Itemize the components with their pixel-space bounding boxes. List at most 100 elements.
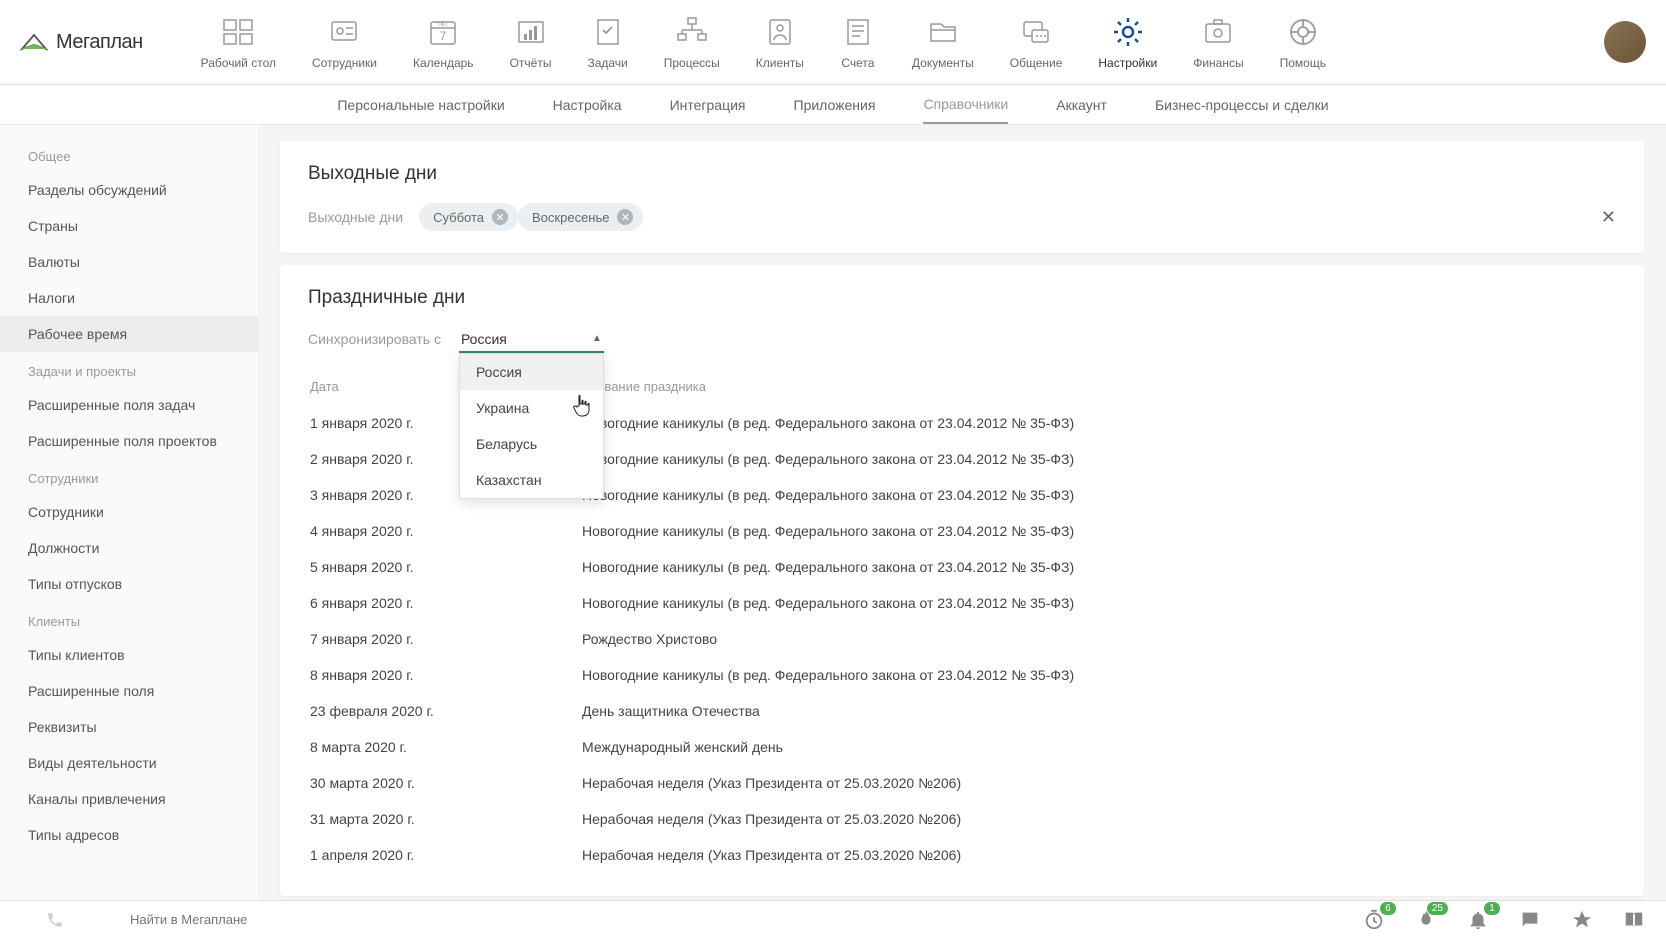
cell-date: 8 января 2020 г. (310, 658, 580, 692)
bottom-bar: 6 25 1 (0, 900, 1666, 938)
dropdown-option[interactable]: Беларусь (460, 426, 603, 462)
sync-label: Синхронизировать с (308, 331, 441, 347)
nav-icon (590, 14, 626, 50)
sub-navigation: Персональные настройки Настройка Интеграци… (0, 85, 1666, 125)
cell-date: 4 января 2020 г. (310, 514, 580, 548)
nav-icon (220, 14, 256, 50)
weekday-chip[interactable]: Воскресенье✕ (518, 203, 643, 231)
sidebar-item[interactable]: Расширенные поля проектов (0, 423, 258, 459)
column-name[interactable]: Название праздника (582, 369, 1614, 404)
sidebar-item[interactable]: Должности (0, 530, 258, 566)
nav-label: Документы (912, 56, 974, 70)
chip-remove-icon[interactable]: ✕ (492, 209, 508, 225)
subnav-item-5[interactable]: Аккаунт (1056, 87, 1107, 123)
book-icon[interactable] (1622, 908, 1646, 932)
table-row[interactable]: 1 апреля 2020 г.Нерабочая неделя (Указ П… (310, 838, 1614, 872)
star-icon[interactable] (1570, 908, 1594, 932)
cell-name: День защитника Отечества (582, 694, 1614, 728)
table-row[interactable]: 4 января 2020 г.Новогодние каникулы (в р… (310, 514, 1614, 548)
nav-item-2[interactable]: ОКТ7Календарь (395, 14, 492, 70)
sidebar-item[interactable]: Налоги (0, 280, 258, 316)
sidebar-item[interactable]: Разделы обсуждений (0, 172, 258, 208)
country-dropdown: РоссияУкраинаБеларусьКазахстан (459, 353, 604, 499)
dropdown-option[interactable]: Россия (460, 354, 603, 390)
nav-label: Задачи (587, 56, 627, 70)
nav-item-4[interactable]: Задачи (569, 14, 645, 70)
sidebar-item[interactable]: Страны (0, 208, 258, 244)
subnav-item-0[interactable]: Персональные настройки (337, 87, 504, 123)
nav-item-6[interactable]: Клиенты (738, 14, 822, 70)
timer-icon[interactable]: 6 (1362, 908, 1386, 932)
nav-item-12[interactable]: Помощь (1262, 14, 1344, 70)
bell-icon[interactable]: 1 (1466, 908, 1490, 932)
fire-badge: 25 (1427, 902, 1448, 915)
country-select-input[interactable] (459, 327, 604, 353)
table-row[interactable]: 5 января 2020 г.Новогодние каникулы (в р… (310, 550, 1614, 584)
sidebar-item[interactable]: Валюты (0, 244, 258, 280)
logo[interactable]: Мегаплан (20, 31, 143, 54)
cell-date: 23 февраля 2020 г. (310, 694, 580, 728)
sidebar-item[interactable]: Расширенные поля (0, 673, 258, 709)
dropdown-option[interactable]: Украина (460, 390, 603, 426)
nav-item-10[interactable]: Настройки (1080, 14, 1175, 70)
table-row[interactable]: 8 января 2020 г.Новогодние каникулы (в р… (310, 658, 1614, 692)
subnav-item-4[interactable]: Справочники (923, 86, 1008, 124)
nav-item-8[interactable]: Документы (894, 14, 992, 70)
nav-icon (925, 14, 961, 50)
cell-date: 7 января 2020 г. (310, 622, 580, 656)
subnav-item-6[interactable]: Бизнес-процессы и сделки (1155, 87, 1329, 123)
sidebar: ОбщееРазделы обсужденийСтраныВалютыНалог… (0, 125, 258, 900)
nav-item-9[interactable]: Общение (992, 14, 1081, 70)
subnav-item-3[interactable]: Приложения (794, 87, 876, 123)
nav-item-1[interactable]: Сотрудники (294, 14, 395, 70)
fire-icon[interactable]: 25 (1414, 908, 1438, 932)
logo-text: Мегаплан (56, 31, 143, 54)
avatar[interactable] (1604, 21, 1646, 63)
bell-badge: 1 (1484, 902, 1500, 915)
cell-name: Новогодние каникулы (в ред. Федерального… (582, 586, 1614, 620)
sidebar-item[interactable]: Реквизиты (0, 709, 258, 745)
table-row[interactable]: 23 февраля 2020 г.День защитника Отечест… (310, 694, 1614, 728)
global-search-input[interactable] (120, 906, 400, 933)
sidebar-item[interactable]: Типы клиентов (0, 637, 258, 673)
timer-badge: 6 (1380, 902, 1396, 915)
nav-item-3[interactable]: Отчёты (492, 14, 570, 70)
table-row[interactable]: 8 марта 2020 г.Международный женский ден… (310, 730, 1614, 764)
sidebar-item[interactable]: Типы отпусков (0, 566, 258, 602)
country-select[interactable]: ▲ РоссияУкраинаБеларусьКазахстан (459, 327, 604, 353)
phone-icon[interactable] (20, 911, 90, 929)
sidebar-section-header: Клиенты (0, 602, 258, 637)
nav-label: Финансы (1193, 56, 1243, 70)
nav-label: Календарь (413, 56, 474, 70)
nav-label: Счета (841, 56, 874, 70)
sidebar-item[interactable]: Виды деятельности (0, 745, 258, 781)
sidebar-section-header: Задачи и проекты (0, 352, 258, 387)
table-row[interactable]: 6 января 2020 г.Новогодние каникулы (в р… (310, 586, 1614, 620)
cell-date: 5 января 2020 г. (310, 550, 580, 584)
cell-name: Новогодние каникулы (в ред. Федерального… (582, 550, 1614, 584)
sidebar-item[interactable]: Каналы привлечения (0, 781, 258, 817)
nav-label: Настройки (1098, 56, 1157, 70)
nav-item-11[interactable]: Финансы (1175, 14, 1261, 70)
table-row[interactable]: 30 марта 2020 г.Нерабочая неделя (Указ П… (310, 766, 1614, 800)
chip-remove-icon[interactable]: ✕ (617, 209, 633, 225)
subnav-item-1[interactable]: Настройка (553, 87, 622, 123)
nav-item-5[interactable]: Процессы (646, 14, 738, 70)
cell-name: Нерабочая неделя (Указ Президента от 25.… (582, 766, 1614, 800)
table-row[interactable]: 7 января 2020 г.Рождество Христово (310, 622, 1614, 656)
chat-icon[interactable] (1518, 908, 1542, 932)
sidebar-item[interactable]: Рабочее время (0, 316, 258, 352)
sidebar-item[interactable]: Сотрудники (0, 494, 258, 530)
nav-icon (1200, 14, 1236, 50)
sidebar-item[interactable]: Типы адресов (0, 817, 258, 853)
nav-item-7[interactable]: Счета (822, 14, 894, 70)
sidebar-item[interactable]: Расширенные поля задач (0, 387, 258, 423)
dropdown-option[interactable]: Казахстан (460, 462, 603, 498)
clear-weekends-button[interactable]: ✕ (1601, 207, 1616, 228)
weekends-label: Выходные дни (308, 209, 403, 225)
table-row[interactable]: 31 марта 2020 г.Нерабочая неделя (Указ П… (310, 802, 1614, 836)
nav-item-0[interactable]: Рабочий стол (183, 14, 294, 70)
weekday-chip[interactable]: Суббота✕ (419, 203, 518, 231)
weekends-card: Выходные дни Выходные дни Суббота✕Воскре… (280, 141, 1644, 253)
subnav-item-2[interactable]: Интеграция (670, 87, 746, 123)
